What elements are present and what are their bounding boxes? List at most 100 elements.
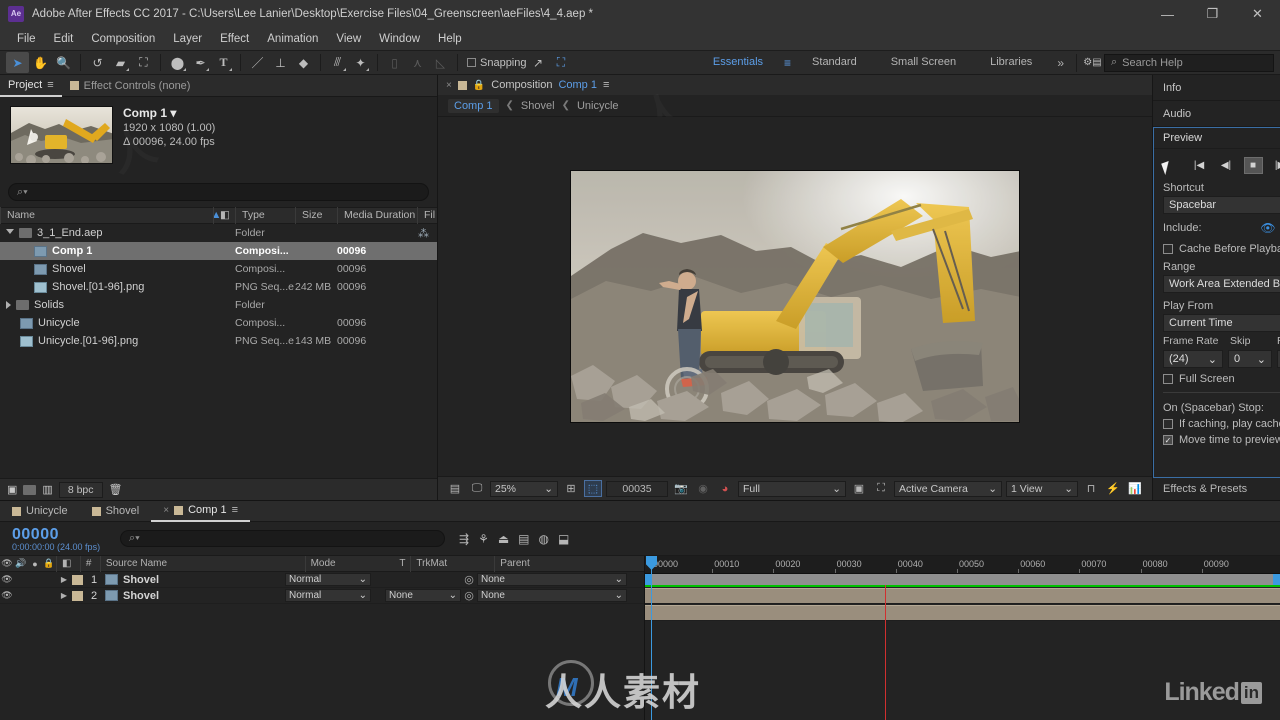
pixel-aspect-icon[interactable]: ⊓ (1082, 480, 1100, 497)
grid-guides-icon[interactable]: ⊞ (562, 480, 580, 497)
breadcrumb-unicycle[interactable]: Unicycle (577, 100, 619, 112)
new-folder-icon[interactable] (23, 485, 36, 495)
close-icon[interactable]: × (446, 80, 452, 91)
menu-composition[interactable]: Composition (82, 31, 164, 47)
region-of-interest-icon[interactable]: ⬚ (584, 480, 602, 497)
column-file[interactable]: Fil (417, 207, 437, 224)
timeline-tab-unicycle[interactable]: Unicycle (0, 501, 80, 522)
channels-icon[interactable]: ◕ (716, 480, 734, 497)
project-search-input[interactable]: ⌕▾ (8, 183, 429, 201)
move-time-checkbox[interactable]: ✓ (1163, 435, 1173, 445)
layer-parent-select[interactable]: None⌄ (477, 589, 627, 602)
menu-effect[interactable]: Effect (211, 31, 258, 47)
timeline-layer-row[interactable]: 👁▶1ShovelNormal⌄◎None⌄ (0, 572, 644, 588)
workspace-tab-libraries[interactable]: Libraries (973, 50, 1049, 75)
triangle-right-icon[interactable] (6, 301, 11, 309)
layer-bar[interactable] (645, 605, 1280, 621)
column-media-duration[interactable]: Media Duration (337, 207, 417, 224)
if-caching-checkbox[interactable] (1163, 419, 1173, 429)
composition-stage[interactable] (570, 170, 1020, 423)
shape-tool[interactable]: ⬤ (166, 52, 189, 73)
layer-source-name-cell[interactable]: Shovel (105, 590, 285, 602)
full-screen-checkbox[interactable] (1163, 374, 1173, 384)
layer-source-name-cell[interactable]: Shovel (105, 574, 285, 586)
eraser-tool[interactable]: ◆ (292, 52, 315, 73)
project-item-row[interactable]: Comp 1Composi...00096 (0, 242, 437, 260)
tab-effect-controls[interactable]: Effect Controls (none) (62, 75, 199, 97)
timeline-search-input[interactable]: ⌕▾ (120, 530, 445, 547)
shortcut-select[interactable]: Spacebar ⌄ (1163, 196, 1280, 214)
selection-tool[interactable]: ➤ (6, 52, 29, 73)
puppet-pin-tool[interactable]: ✦ (349, 52, 372, 73)
parent-pickwhip-icon[interactable]: ◎ (461, 589, 477, 602)
project-item-row[interactable]: UnicycleComposi...00096 (0, 314, 437, 332)
snapping-checkbox[interactable] (467, 58, 476, 67)
layer-mode-select[interactable]: Normal⌄ (285, 573, 371, 586)
breadcrumb-shovel[interactable]: Shovel (521, 100, 555, 112)
monitor-icon[interactable]: 🖵 (468, 480, 486, 497)
pan-behind-tool[interactable]: ⛶ (132, 52, 155, 73)
current-frame-field[interactable]: 00035 (606, 481, 668, 497)
project-item-row[interactable]: 3_1_End.aepFolder⁂ (0, 224, 437, 242)
minimize-button[interactable]: — (1145, 0, 1190, 28)
draft-3d-icon[interactable]: ⚘ (478, 532, 489, 546)
fast-previews-icon[interactable]: ⚡ (1104, 480, 1122, 497)
menu-help[interactable]: Help (429, 31, 471, 47)
current-time-indicator[interactable] (651, 556, 652, 720)
include-video-icon[interactable]: 👁 (1259, 219, 1277, 237)
full-screen-row[interactable]: Full Screen (1154, 371, 1280, 387)
graph-editor-icon[interactable]: ⬓ (558, 532, 569, 546)
menu-layer[interactable]: Layer (164, 31, 211, 47)
toggle-mask-paths-icon[interactable]: ▣ (850, 480, 868, 497)
flowchart-icon[interactable]: ⁂ (418, 227, 429, 240)
timeline-layer-row[interactable]: 👁▶2ShovelNormal⌄None⌄◎None⌄ (0, 588, 644, 604)
play-from-select[interactable]: Current Time ⌄ (1163, 314, 1280, 332)
composition-tab-name[interactable]: Comp 1 (558, 79, 597, 91)
column-type[interactable]: Type (235, 207, 295, 224)
workspace-tab-essentials[interactable]: Essentials (696, 50, 780, 75)
layer-parent-cell[interactable]: None⌄ (477, 573, 627, 586)
more-workspaces-button[interactable]: » (1049, 56, 1072, 70)
frame-rate-select[interactable]: (24) ⌄ (1163, 350, 1223, 368)
timeline-tab-shovel[interactable]: Shovel (80, 501, 152, 522)
motion-blur-icon[interactable]: ◍ (539, 532, 549, 546)
snapshot-icon[interactable]: 📷 (672, 480, 690, 497)
layer-expand-triangle-icon[interactable]: ▶ (56, 591, 72, 600)
brush-tool[interactable]: ／ (246, 52, 269, 73)
project-item-row[interactable]: ShovelComposi...00096 (0, 260, 437, 278)
new-comp-icon[interactable]: ▣ (7, 483, 17, 496)
work-area-end-handle[interactable] (1273, 574, 1280, 585)
panel-audio[interactable]: Audio (1153, 101, 1280, 127)
timeline-menu-icon[interactable]: ≡ (232, 504, 238, 516)
roto-brush-tool[interactable]: ⫻ (326, 52, 349, 73)
layer-parent-cell[interactable]: None⌄ (477, 589, 627, 602)
play-stop-button[interactable]: ■ (1244, 157, 1263, 174)
if-caching-row[interactable]: If caching, play cached frames (1154, 416, 1280, 432)
first-frame-button[interactable]: |◀ (1190, 157, 1209, 174)
timeline-graph-icon[interactable]: 📊 (1126, 480, 1144, 497)
cache-before-playback-checkbox[interactable] (1163, 244, 1173, 254)
layer-label-swatch[interactable] (72, 591, 83, 601)
clone-stamp-tool[interactable]: ⊥ (269, 52, 292, 73)
close-icon[interactable]: × (163, 505, 169, 516)
resolution-select[interactable]: Full ⌄ (738, 481, 846, 497)
cache-before-playback-row[interactable]: Cache Before Playback (1154, 241, 1280, 257)
layer-video-toggle[interactable]: 👁 (0, 574, 14, 585)
frame-blending-icon[interactable]: ▤ (518, 532, 529, 546)
layer-label-swatch[interactable] (72, 575, 83, 585)
search-help-field[interactable]: ⌕ Search Help (1104, 54, 1274, 72)
layer-expand-triangle-icon[interactable]: ▶ (56, 575, 72, 584)
project-item-row[interactable]: Shovel.[01-96].pngPNG Seq...e242 MB00096 (0, 278, 437, 296)
layer-parent-select[interactable]: None⌄ (477, 573, 627, 586)
menu-view[interactable]: View (327, 31, 370, 47)
maximize-button[interactable]: ❐ (1190, 0, 1235, 28)
pen-tool[interactable]: ✒ (189, 52, 212, 73)
previous-frame-button[interactable]: ◀| (1217, 157, 1236, 174)
layer-bar[interactable] (645, 588, 1280, 604)
new-composition-icon[interactable]: ▥ (42, 483, 52, 496)
range-select[interactable]: Work Area Extended By Current... ⌄ (1163, 275, 1280, 293)
menu-file[interactable]: File (8, 31, 45, 47)
layer-mode-cell[interactable]: Normal⌄ (285, 589, 371, 602)
layer-mode-cell[interactable]: Normal⌄ (285, 573, 371, 586)
snap-arrow-icon[interactable]: ↗ (527, 52, 550, 73)
